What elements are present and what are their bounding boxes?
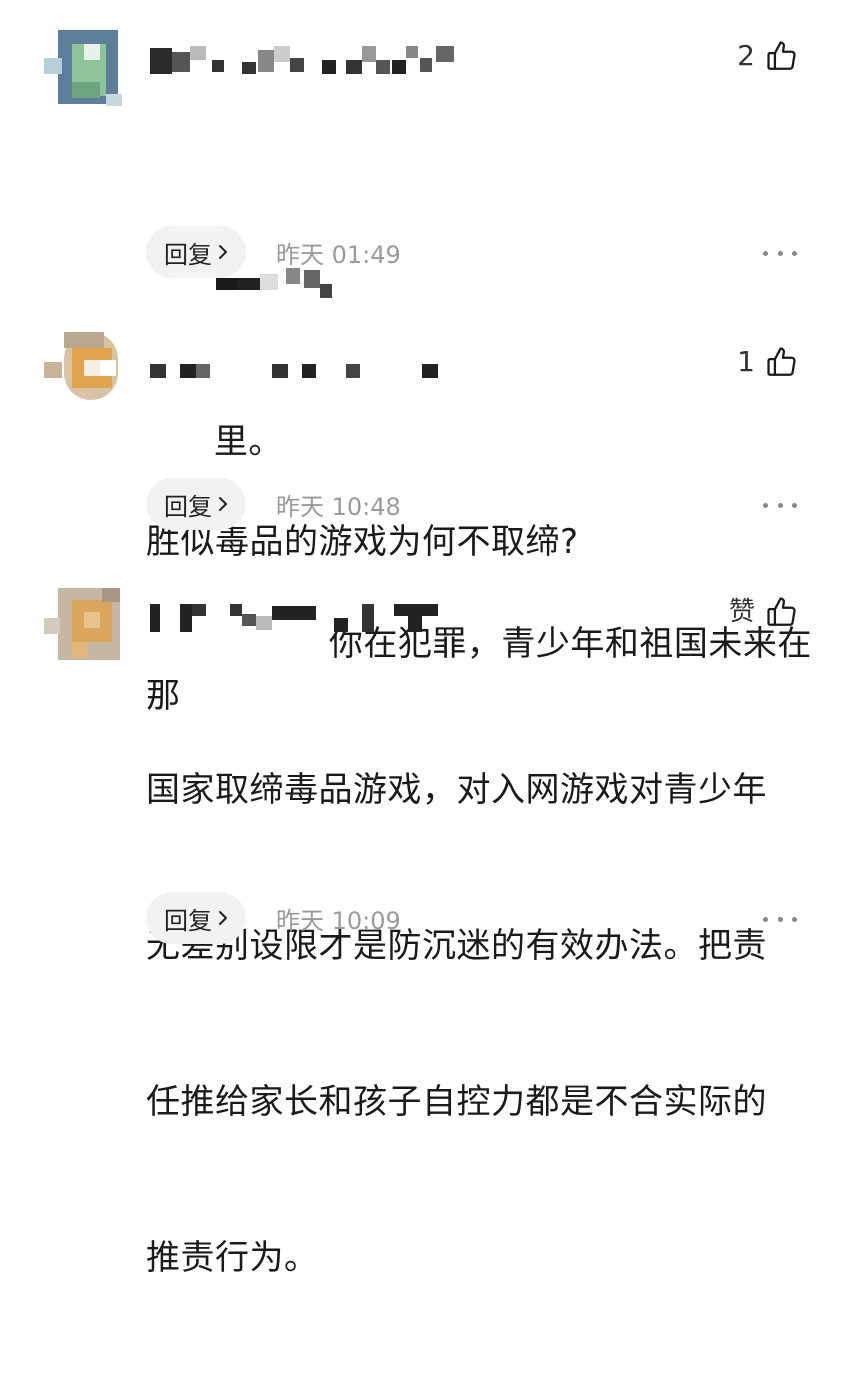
avatar[interactable]: [44, 30, 122, 108]
thumbs-up-icon: [767, 347, 796, 376]
comment-content: 国家取缔毒品游戏，对入网游戏对青少年 无差别设限才是防沉迷的有效办法。把责 任推…: [146, 660, 826, 1388]
chevron-right-icon: [219, 911, 227, 925]
like-button[interactable]: 1: [737, 342, 799, 382]
comment-meta: 回复 昨天 10:48: [146, 478, 401, 530]
more-dots-icon: [763, 250, 768, 256]
avatar[interactable]: [44, 588, 122, 666]
more-button[interactable]: [763, 914, 797, 924]
like-button[interactable]: 赞: [729, 592, 799, 632]
comment-text-line: 国家取缔毒品游戏，对入网游戏对青少年: [146, 770, 767, 810]
chevron-right-icon: [219, 497, 227, 511]
username-blurred[interactable]: [150, 358, 470, 386]
avatar[interactable]: [44, 332, 122, 410]
thumbs-up-icon: [767, 597, 796, 626]
comment-item: 赞 国家取缔毒品游戏，对入网游戏对青少年 无差别设限才是防沉迷的有效办法。把责 …: [0, 570, 849, 1278]
comment-time: 昨天 01:49: [276, 240, 401, 269]
more-button[interactable]: [763, 248, 797, 258]
comment-item: 2 你在犯罪，青少年和祖国未来在那 里。 回复 昨天 01:49: [0, 0, 849, 716]
more-dots-icon: [763, 502, 768, 508]
reply-button[interactable]: 回复: [146, 478, 246, 530]
thumbs-up-icon: [767, 41, 796, 70]
comment-item: 1 胜似毒品的游戏为何不取缔? 回复 昨天 10:48: [0, 300, 849, 570]
comment-time: 昨天 10:09: [276, 906, 401, 935]
more-button[interactable]: [763, 500, 797, 510]
like-count: 1: [737, 345, 755, 378]
like-label: 赞: [728, 597, 755, 627]
reply-button[interactable]: 回复: [146, 226, 246, 278]
comment-meta: 回复 昨天 01:49: [146, 226, 401, 278]
comment-text-line: 任推给家长和孩子自控力都是不合实际的: [146, 1082, 767, 1122]
comment-text-line: 推责行为。: [146, 1238, 319, 1278]
reply-button[interactable]: 回复: [146, 892, 246, 944]
reply-label: 回复: [164, 492, 212, 521]
more-dots-icon: [763, 916, 768, 922]
username-blurred[interactable]: [150, 602, 470, 632]
reply-label: 回复: [164, 240, 212, 269]
chevron-right-icon: [219, 245, 227, 259]
comment-meta: 回复 昨天 10:09: [146, 892, 401, 944]
comment-time: 昨天 10:48: [276, 492, 401, 521]
like-button[interactable]: 2: [737, 36, 799, 76]
like-count: 2: [737, 39, 755, 72]
reply-label: 回复: [164, 906, 212, 935]
username-blurred[interactable]: [150, 46, 470, 74]
